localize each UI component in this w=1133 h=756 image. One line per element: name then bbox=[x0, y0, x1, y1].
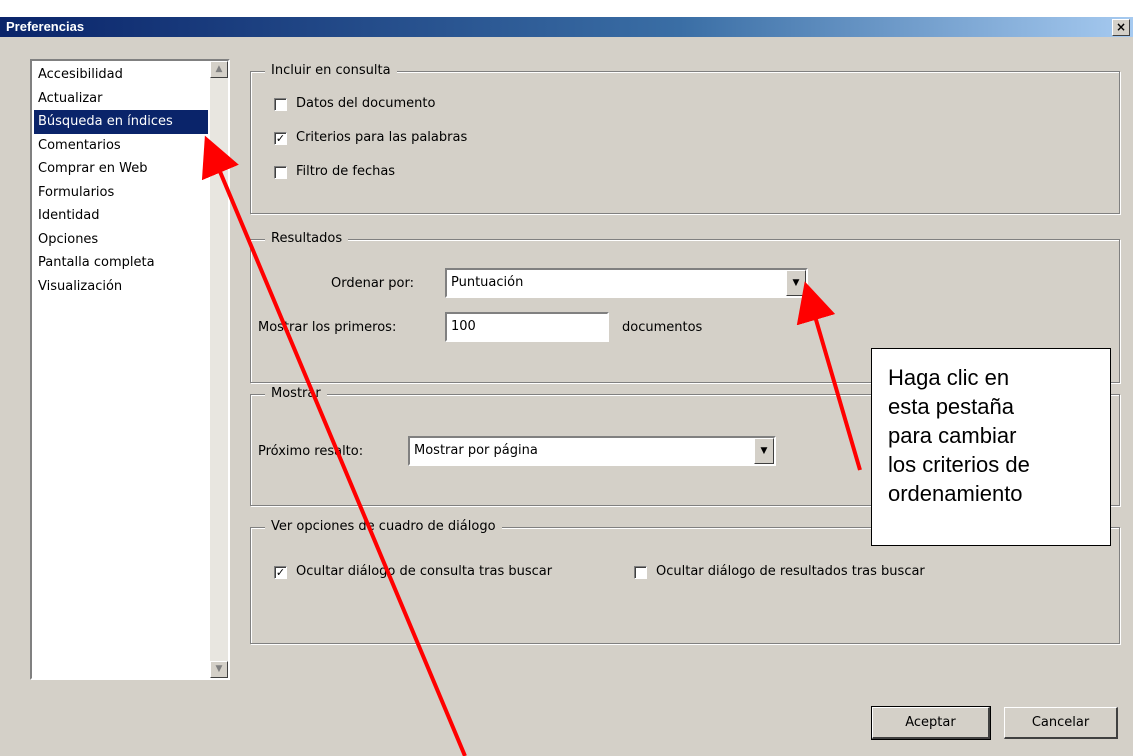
close-icon[interactable]: × bbox=[1112, 19, 1130, 36]
label-filtro-fechas: Filtro de fechas bbox=[296, 164, 396, 179]
group-mostrar-title: Mostrar bbox=[265, 386, 327, 401]
label-criterios-palabras: Criterios para las palabras bbox=[296, 130, 468, 145]
label-proximo-resalto: Próximo resalto: bbox=[258, 444, 364, 459]
callout-line: los criterios de bbox=[888, 452, 1030, 477]
group-ver-opciones-title: Ver opciones de cuadro de diálogo bbox=[265, 519, 502, 534]
proximo-resalto-value: Mostrar por página bbox=[414, 443, 538, 458]
mostrar-primeros-input[interactable]: 100 bbox=[445, 312, 609, 342]
proximo-resalto-select[interactable]: Mostrar por página ▼ bbox=[408, 436, 776, 466]
sidebar-item[interactable]: Accesibilidad bbox=[34, 63, 208, 87]
group-resultados-title: Resultados bbox=[265, 231, 349, 246]
label-datos-documento: Datos del documento bbox=[296, 96, 436, 111]
checkbox-datos-documento[interactable] bbox=[274, 98, 287, 111]
sidebar-item[interactable]: Pantalla completa bbox=[34, 251, 208, 275]
mostrar-primeros-value: 100 bbox=[451, 319, 476, 334]
sidebar-item[interactable]: Comprar en Web bbox=[34, 157, 208, 181]
window-title: Preferencias bbox=[6, 19, 85, 34]
scroll-down-icon[interactable]: ▼ bbox=[210, 661, 228, 678]
category-items: Accesibilidad Actualizar Búsqueda en índic… bbox=[34, 63, 208, 298]
label-documentos: documentos bbox=[622, 320, 703, 335]
cancelar-button[interactable]: Cancelar bbox=[1004, 707, 1118, 739]
sidebar-item[interactable]: Actualizar bbox=[34, 87, 208, 111]
ordenar-por-value: Puntuación bbox=[451, 275, 524, 290]
callout-line: esta pestaña bbox=[888, 394, 1014, 419]
ordenar-por-select[interactable]: Puntuación ▼ bbox=[445, 268, 808, 298]
checkbox-ocultar-consulta[interactable]: ✓ bbox=[274, 566, 287, 579]
callout-line: ordenamiento bbox=[888, 481, 1023, 506]
scroll-up-icon[interactable]: ▲ bbox=[210, 61, 228, 78]
group-incluir-title: Incluir en consulta bbox=[265, 63, 397, 78]
category-scrollbar[interactable]: ▲ ▼ bbox=[210, 61, 228, 678]
sidebar-item[interactable]: Identidad bbox=[34, 204, 208, 228]
callout-line: para cambiar bbox=[888, 423, 1017, 448]
checkbox-filtro-fechas[interactable] bbox=[274, 166, 287, 179]
sidebar-item[interactable]: Opciones bbox=[34, 228, 208, 252]
label-ocultar-resultados: Ocultar diálogo de resultados tras busca… bbox=[656, 564, 925, 579]
ordenar-dropdown-icon[interactable]: ▼ bbox=[786, 270, 806, 296]
sidebar-item[interactable]: Visualización bbox=[34, 275, 208, 299]
label-mostrar-primeros: Mostrar los primeros: bbox=[258, 320, 397, 335]
aceptar-button[interactable]: Aceptar bbox=[871, 706, 991, 740]
label-ocultar-consulta: Ocultar diálogo de consulta tras buscar bbox=[296, 564, 553, 579]
sidebar-item[interactable]: Búsqueda en índices bbox=[34, 110, 208, 134]
checkbox-ocultar-resultados[interactable] bbox=[634, 566, 647, 579]
checkbox-criterios-palabras[interactable]: ✓ bbox=[274, 132, 287, 145]
label-ordenar-por: Ordenar por: bbox=[331, 276, 414, 291]
callout-line: Haga clic en bbox=[888, 365, 1010, 390]
title-bar[interactable]: Preferencias × bbox=[0, 17, 1133, 37]
annotation-callout: Haga clic en esta pestaña para cambiar l… bbox=[871, 348, 1111, 546]
category-list[interactable]: Accesibilidad Actualizar Búsqueda en índic… bbox=[30, 59, 230, 680]
sidebar-item[interactable]: Comentarios bbox=[34, 134, 208, 158]
sidebar-item[interactable]: Formularios bbox=[34, 181, 208, 205]
proximo-dropdown-icon[interactable]: ▼ bbox=[754, 438, 774, 464]
